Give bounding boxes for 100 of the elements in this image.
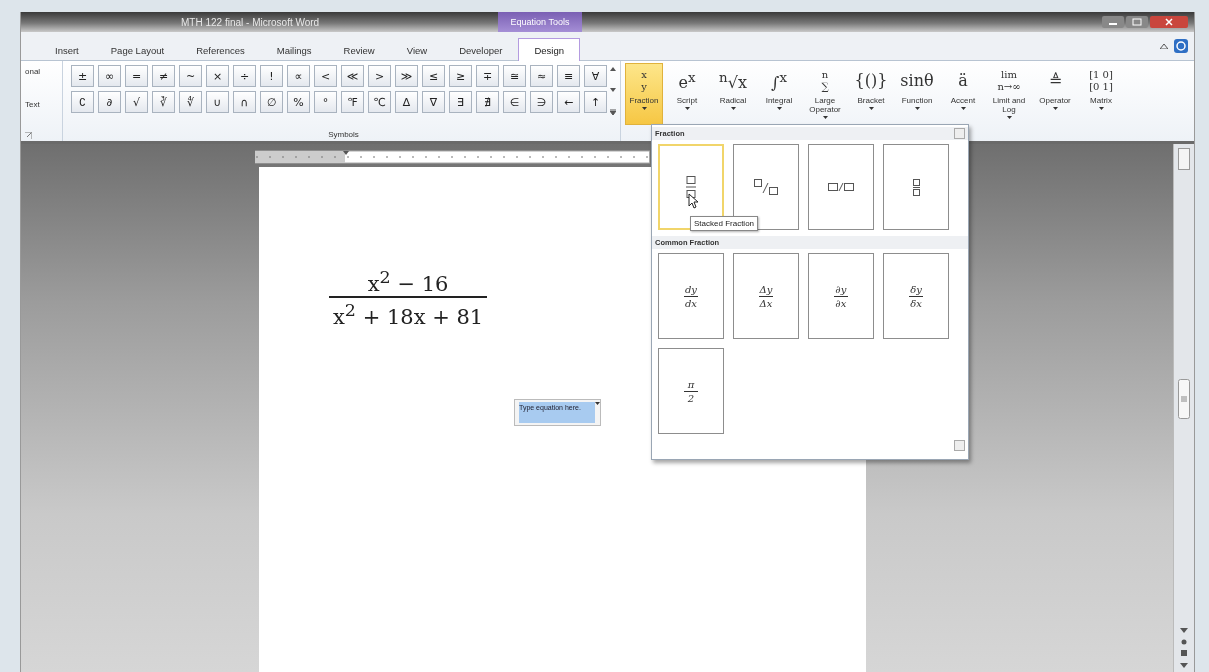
symbol-button[interactable]: ± <box>71 65 94 87</box>
scroll-down-icon[interactable] <box>610 88 616 92</box>
symbol-button[interactable]: ∄ <box>476 91 499 113</box>
symbol-button[interactable]: ∛ <box>152 91 175 113</box>
fraction-option[interactable]: Δy Δx <box>733 253 799 339</box>
linear-fraction-icon <box>828 182 854 192</box>
structure-button[interactable]: ∫$^{x}$ Integral <box>757 63 801 125</box>
denominator: Δx <box>759 297 773 309</box>
symbol-button[interactable]: ∈ <box>503 91 526 113</box>
structure-button[interactable]: n ∑ Large Operator <box>803 63 847 125</box>
caret-icon[interactable] <box>1006 115 1012 119</box>
symbol-button[interactable]: ≅ <box>503 65 526 87</box>
symbol-button[interactable]: ← <box>557 91 580 113</box>
structure-button[interactable]: lim n→∞ Limit and Log <box>987 63 1031 125</box>
caret-icon[interactable] <box>1052 106 1058 110</box>
page-navigation-icon[interactable] <box>1180 628 1188 668</box>
fraction-option[interactable]: dy dx <box>658 253 724 339</box>
close-icon[interactable] <box>1150 16 1188 28</box>
ribbon-collapse-icon[interactable] <box>1160 43 1168 49</box>
caret-icon[interactable] <box>641 106 647 110</box>
symbol-button[interactable]: ≤ <box>422 65 445 87</box>
help-icon[interactable] <box>1174 39 1188 53</box>
symbol-button[interactable]: = <box>125 65 148 87</box>
symbol-button[interactable]: ~ <box>179 65 202 87</box>
symbol-button[interactable]: ≡ <box>557 65 580 87</box>
symbol-button[interactable]: % <box>287 91 310 113</box>
symbol-button[interactable]: √ <box>125 91 148 113</box>
radical-icon: $^{n}$√x <box>719 66 747 96</box>
ribbon-tab[interactable]: View <box>390 38 444 61</box>
symbol-button[interactable]: ∋ <box>530 91 553 113</box>
symbol-button[interactable]: ÷ <box>233 65 256 87</box>
ribbon-tab[interactable]: Review <box>327 38 391 61</box>
scroll-thumb-icon[interactable] <box>1178 379 1190 419</box>
symbol-button[interactable]: ∆ <box>395 91 418 113</box>
equation-denominator: x$^{2}$ + 18x + 81 <box>329 296 488 329</box>
structure-button[interactable]: $^{n}$√x Radical <box>711 63 755 125</box>
caret-icon[interactable] <box>684 106 690 110</box>
minimize-icon[interactable] <box>1102 16 1124 28</box>
symbol-button[interactable]: ∀ <box>584 65 607 87</box>
structure-button[interactable]: [1 0] [0 1] Matrix <box>1079 63 1123 125</box>
structure-button[interactable]: e$^{x}$ Script <box>665 63 709 125</box>
caret-icon[interactable] <box>960 106 966 110</box>
ruler-toggle-icon[interactable] <box>1178 148 1190 170</box>
symbol-button[interactable]: ∅ <box>260 91 283 113</box>
symbol-button[interactable]: ∝ <box>287 65 310 87</box>
structure-button[interactable]: sinθ Function <box>895 63 939 125</box>
caret-icon[interactable] <box>594 402 600 405</box>
tooltip: Stacked Fraction <box>690 216 759 231</box>
symbol-button[interactable]: < <box>314 65 337 87</box>
symbol-button[interactable]: ∃ <box>449 91 472 113</box>
symbol-button[interactable]: ≠ <box>152 65 175 87</box>
ribbon-tab[interactable]: References <box>180 38 261 61</box>
structure-button[interactable]: ≜ Operator <box>1033 63 1077 125</box>
fraction-option[interactable] <box>808 144 874 230</box>
symbol-button[interactable]: ! <box>260 65 283 87</box>
numerator: ∂y <box>835 283 847 295</box>
symbol-button[interactable]: ∁ <box>71 91 94 113</box>
symbol-button[interactable]: ≫ <box>395 65 418 87</box>
fraction-option[interactable] <box>883 144 949 230</box>
symbol-button[interactable]: ℃ <box>368 91 391 113</box>
symbol-button[interactable]: ∪ <box>206 91 229 113</box>
equation-numerator: x$^{2}$ − 16 <box>366 267 450 296</box>
caret-icon[interactable] <box>822 115 828 119</box>
fraction-option[interactable]: π 2 <box>658 348 724 434</box>
symbol-button[interactable]: ℉ <box>341 91 364 113</box>
symbol-button[interactable]: ∜ <box>179 91 202 113</box>
structure-button[interactable]: ä Accent <box>941 63 985 125</box>
window-title: MTH 122 final - Microsoft Word <box>180 15 321 30</box>
symbol-button[interactable]: ∞ <box>98 65 121 87</box>
fraction-option[interactable]: δy δx <box>883 253 949 339</box>
ribbon-tab[interactable]: Developer <box>443 38 519 61</box>
ribbon-tab[interactable]: Mailings <box>260 38 328 61</box>
caret-icon[interactable] <box>1098 106 1104 110</box>
symbol-button[interactable]: ≈ <box>530 65 553 87</box>
symbol-button[interactable]: ° <box>314 91 337 113</box>
group-label: Symbols <box>327 130 360 141</box>
structure-button[interactable]: {()} Bracket <box>849 63 893 125</box>
caret-icon[interactable] <box>914 106 920 110</box>
dialog-launcher-icon[interactable] <box>25 132 32 139</box>
caret-icon[interactable] <box>868 106 874 110</box>
caret-icon[interactable] <box>776 106 782 110</box>
symbol-button[interactable]: ≥ <box>449 65 472 87</box>
more-icon[interactable] <box>610 109 616 115</box>
symbol-button[interactable]: ∂ <box>98 91 121 113</box>
symbol-button[interactable]: ≪ <box>341 65 364 87</box>
ribbon-tab[interactable]: Page Layout <box>94 38 181 61</box>
contextual-tab-label: Equation Tools <box>498 12 582 32</box>
symbol-button[interactable]: > <box>368 65 391 87</box>
structure-button[interactable]: x y Fraction <box>625 63 663 125</box>
symbol-button[interactable]: ↑ <box>584 91 607 113</box>
caret-icon[interactable] <box>730 106 736 110</box>
scroll-up-icon[interactable] <box>610 67 616 71</box>
symbol-button[interactable]: ∇ <box>422 91 445 113</box>
symbol-button[interactable]: ∓ <box>476 65 499 87</box>
ribbon-tab[interactable]: Insert <box>39 38 95 61</box>
function-icon: sinθ <box>900 66 934 96</box>
symbol-button[interactable]: × <box>206 65 229 87</box>
symbol-button[interactable]: ∩ <box>233 91 256 113</box>
ribbon-tab[interactable]: Design <box>518 38 581 61</box>
fraction-option[interactable]: ∂y ∂x <box>808 253 874 339</box>
